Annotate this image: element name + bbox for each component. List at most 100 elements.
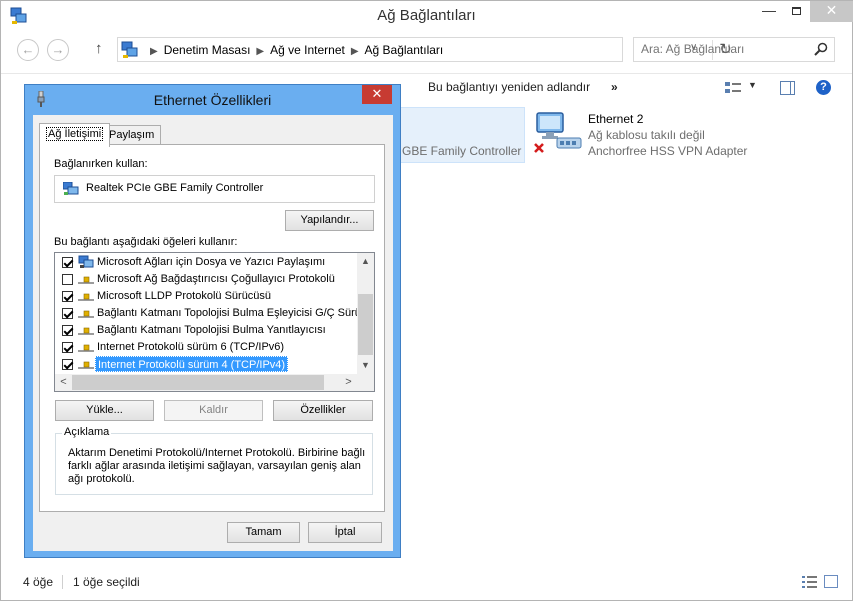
connection-status: Ağ kablosu takılı değil bbox=[588, 128, 705, 142]
breadcrumb-network-connections[interactable]: Ağ Bağlantıları bbox=[365, 43, 444, 57]
component-checkbox[interactable] bbox=[62, 274, 73, 285]
component-label: Bağlantı Katmanı Topolojisi Bulma Eşleyi… bbox=[97, 307, 373, 319]
network-adapter-disconnected-icon bbox=[534, 112, 582, 153]
connection-name: Ethernet 2 bbox=[588, 112, 644, 126]
connection-tile-ethernet[interactable]: GBE Family Controller bbox=[387, 107, 525, 163]
status-bar: 4 öğe 1 öğe seçildi bbox=[1, 571, 852, 593]
install-button[interactable]: Yükle... bbox=[55, 400, 154, 421]
back-button[interactable]: ← bbox=[17, 39, 39, 61]
component-checkbox[interactable] bbox=[62, 359, 73, 370]
connection-adapter-text: Anchorfree HSS VPN Adapter bbox=[588, 144, 748, 158]
scroll-left-button[interactable]: < bbox=[55, 374, 72, 391]
adapter-field: Realtek PCIe GBE Family Controller bbox=[54, 175, 375, 203]
component-label: Microsoft LLDP Protokolü Sürücüsü bbox=[97, 290, 272, 302]
maximize-button[interactable] bbox=[783, 1, 810, 22]
more-commands-button[interactable]: » bbox=[611, 80, 618, 94]
network-service-icon bbox=[78, 255, 94, 268]
breadcrumb: ▶ Denetim Masası ▶ Ağ ve Internet ▶ Ağ Bağlan… bbox=[144, 43, 443, 57]
component-row[interactable]: Internet Protokolü sürüm 6 (TCP/IPv6) bbox=[55, 339, 359, 356]
breadcrumb-separator[interactable]: ▶ bbox=[256, 46, 264, 57]
dialog-title-bar: Ethernet Özellikleri ✕ bbox=[25, 85, 400, 115]
selected-count: 1 öğe seçildi bbox=[73, 575, 140, 589]
close-window-button[interactable]: ✕ bbox=[810, 1, 853, 22]
components-list[interactable]: Microsoft Ağları için Dosya ve Yazıcı Pa… bbox=[54, 252, 375, 392]
configure-button[interactable]: Yapılandır... bbox=[285, 210, 374, 231]
description-group: Açıklama Aktarım Denetimi Protokolü/Inte… bbox=[55, 426, 373, 495]
view-options-dropdown[interactable]: ▼ bbox=[748, 80, 757, 90]
up-button[interactable]: ↑ bbox=[95, 40, 103, 57]
component-row[interactable]: Microsoft Ağları için Dosya ve Yazıcı Pa… bbox=[55, 254, 359, 271]
tab-networking-label: Ağ İletişimi bbox=[46, 127, 104, 141]
protocol-icon bbox=[78, 293, 94, 301]
dialog-close-button[interactable]: ✕ bbox=[362, 85, 392, 104]
description-text: Aktarım Denetimi Protokolü/Internet Prot… bbox=[68, 447, 366, 485]
scrollbar-corner bbox=[359, 374, 374, 391]
component-row[interactable]: Microsoft Ağ Bağdaştırıcısı Çoğullayıcı … bbox=[55, 271, 359, 288]
window-title: Ağ Bağlantıları bbox=[377, 7, 476, 24]
search-icon[interactable] bbox=[814, 42, 828, 56]
uninstall-button: Kaldır bbox=[164, 400, 263, 421]
component-checkbox[interactable] bbox=[62, 308, 73, 319]
protocol-icon bbox=[78, 344, 94, 352]
maximize-icon bbox=[792, 7, 801, 15]
properties-button[interactable]: Özellikler bbox=[273, 400, 373, 421]
item-count: 4 öğe bbox=[23, 575, 54, 589]
protocol-icon bbox=[78, 276, 94, 284]
connection-tile-ethernet-2[interactable]: Ethernet 2 Ağ kablosu takılı değil Ancho… bbox=[533, 107, 793, 163]
component-label: Microsoft Ağ Bağdaştırıcısı Çoğullayıcı … bbox=[97, 273, 335, 285]
tab-networking[interactable]: Ağ İletişimi bbox=[39, 123, 111, 147]
component-label: Bağlantı Katmanı Topolojisi Bulma Yanıtl… bbox=[97, 324, 326, 336]
component-row[interactable]: Bağlantı Katmanı Topolojisi Bulma Eşleyi… bbox=[55, 305, 373, 322]
change-view-icon[interactable] bbox=[725, 81, 741, 95]
component-checkbox[interactable] bbox=[62, 325, 73, 336]
breadcrumb-control-panel[interactable]: Denetim Masası bbox=[164, 43, 251, 57]
cancel-button[interactable]: İptal bbox=[308, 522, 382, 543]
address-bar[interactable]: ▶ Denetim Masası ▶ Ağ ve Internet ▶ Ağ Bağlan… bbox=[117, 37, 732, 62]
scroll-right-button[interactable]: > bbox=[340, 374, 357, 391]
address-row: ← → ↑ ▶ Denetim Masası ▶ Ağ ve Internet ▶ Ağ … bbox=[1, 37, 852, 63]
scroll-up-button[interactable]: ▲ bbox=[357, 253, 374, 270]
rename-connection-button[interactable]: Bu bağlantıyı yeniden adlandır bbox=[428, 80, 590, 94]
preview-pane-icon[interactable] bbox=[780, 81, 795, 95]
component-row[interactable]: Bağlantı Katmanı Topolojisi Bulma Yanıtl… bbox=[55, 322, 359, 339]
minimize-button[interactable]: — bbox=[755, 1, 783, 22]
protocol-icon bbox=[78, 310, 94, 318]
breadcrumb-separator[interactable]: ▶ bbox=[351, 46, 359, 57]
dialog-body: Ağ İletişimi Paylaşım Bağlanırken kullan… bbox=[33, 115, 393, 551]
connect-using-label: Bağlanırken kullan: bbox=[54, 158, 148, 170]
ok-button[interactable]: Tamam bbox=[227, 522, 300, 543]
status-divider bbox=[62, 575, 63, 589]
component-checkbox[interactable] bbox=[62, 291, 73, 302]
component-checkbox[interactable] bbox=[62, 342, 73, 353]
horizontal-scrollbar[interactable]: < > bbox=[55, 374, 359, 391]
protocol-icon bbox=[78, 361, 94, 369]
title-bar: Ağ Bağlantıları — ✕ bbox=[1, 1, 853, 32]
network-adapter-icon bbox=[63, 182, 79, 195]
tab-sharing[interactable]: Paylaşım bbox=[102, 125, 162, 145]
component-label: Internet Protokolü sürüm 6 (TCP/IPv6) bbox=[97, 341, 285, 353]
forward-button[interactable]: → bbox=[47, 39, 69, 61]
search-input[interactable] bbox=[641, 38, 811, 60]
search-box bbox=[633, 37, 835, 62]
vertical-scrollbar[interactable]: ▲ ▼ bbox=[357, 253, 374, 374]
items-list-label: Bu bağlantı aşağıdaki öğeleri kullanır: bbox=[54, 236, 238, 248]
adapter-name: Realtek PCIe GBE Family Controller bbox=[86, 182, 264, 194]
component-checkbox[interactable] bbox=[62, 257, 73, 268]
component-label: Microsoft Ağları için Dosya ve Yazıcı Pa… bbox=[97, 256, 326, 268]
horizontal-scroll-thumb[interactable] bbox=[72, 375, 324, 390]
component-label: Internet Protokolü sürüm 4 (TCP/IPv4) bbox=[95, 356, 289, 372]
scroll-down-button[interactable]: ▼ bbox=[357, 357, 374, 374]
component-row[interactable]: Internet Protokolü sürüm 4 (TCP/IPv4) bbox=[55, 356, 359, 373]
breadcrumb-network-internet[interactable]: Ağ ve Internet bbox=[270, 43, 345, 57]
component-row[interactable]: Microsoft LLDP Protokolü Sürücüsü bbox=[55, 288, 359, 305]
protocol-icon bbox=[78, 327, 94, 335]
networking-tab-panel: Bağlanırken kullan: Realtek PCIe GBE Fam… bbox=[39, 144, 385, 512]
help-icon[interactable]: ? bbox=[816, 80, 831, 95]
dialog-title: Ethernet Özellikleri bbox=[153, 92, 272, 108]
ethernet-properties-dialog: Ethernet Özellikleri ✕ Ağ İletişimi Payl… bbox=[24, 84, 401, 558]
vertical-scroll-thumb[interactable] bbox=[358, 294, 373, 355]
tiles-view-icon[interactable] bbox=[824, 575, 838, 588]
breadcrumb-separator[interactable]: ▶ bbox=[150, 46, 158, 57]
details-view-icon[interactable] bbox=[802, 576, 817, 588]
description-title: Açıklama bbox=[62, 426, 112, 438]
